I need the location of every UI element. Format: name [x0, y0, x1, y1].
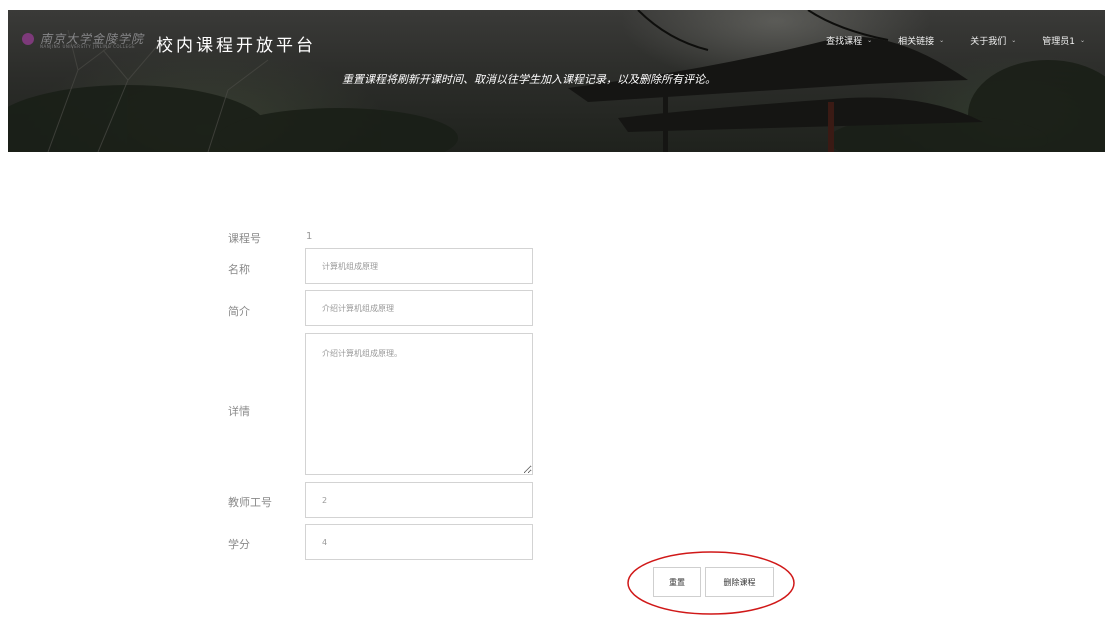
nav-related-links[interactable]: 相关链接 ⌄	[898, 34, 944, 47]
teacher-id-input[interactable]	[305, 482, 533, 518]
college-seal-icon	[22, 32, 34, 45]
site-title[interactable]: 校内课程开放平台	[156, 31, 316, 56]
nav-label: 关于我们	[970, 37, 1007, 47]
highlight-ellipse-annotation	[627, 551, 795, 615]
logo-subtitle: NANJING UNIVERSITY JINLING COLLEGE	[40, 44, 136, 49]
course-id-value: 1	[306, 231, 313, 242]
nav-label: 查找课程	[826, 37, 863, 47]
chevron-down-icon: ⌄	[867, 37, 873, 44]
credit-label: 学分	[228, 538, 250, 551]
chevron-down-icon: ⌄	[1079, 37, 1085, 44]
teacher-id-label: 教师工号	[228, 496, 272, 509]
nav-label: 相关链接	[898, 37, 935, 47]
name-label: 名称	[228, 263, 250, 276]
nav-find-courses[interactable]: 查找课程 ⌄	[826, 34, 872, 47]
hero-header: 南京大学金陵学院 NANJING UNIVERSITY JINLING COLL…	[8, 10, 1105, 152]
college-logo[interactable]: 南京大学金陵学院 NANJING UNIVERSITY JINLING COLL…	[22, 30, 144, 49]
intro-input[interactable]	[305, 290, 533, 326]
chevron-down-icon: ⌄	[1011, 37, 1017, 44]
nav-label: 管理员1	[1042, 37, 1075, 47]
page-frame: 南京大学金陵学院 NANJING UNIVERSITY JINLING COLL…	[8, 10, 1105, 628]
detail-textarea[interactable]: 介绍计算机组成原理。	[305, 333, 533, 475]
detail-label: 详情	[228, 405, 250, 418]
credit-input[interactable]	[305, 524, 533, 560]
course-id-label: 课程号	[228, 232, 261, 245]
name-input[interactable]	[305, 248, 533, 284]
nav-admin-user[interactable]: 管理员1 ⌄	[1042, 34, 1085, 47]
intro-label: 简介	[228, 305, 250, 318]
top-nav: 查找课程 ⌄ 相关链接 ⌄ 关于我们 ⌄ 管理员1 ⌄	[800, 34, 1085, 47]
reset-notice: 重置课程将刷新开课时间、取消以往学生加入课程记录，以及删除所有评论。	[342, 73, 716, 86]
nav-about-us[interactable]: 关于我们 ⌄	[970, 34, 1016, 47]
chevron-down-icon: ⌄	[939, 37, 945, 44]
